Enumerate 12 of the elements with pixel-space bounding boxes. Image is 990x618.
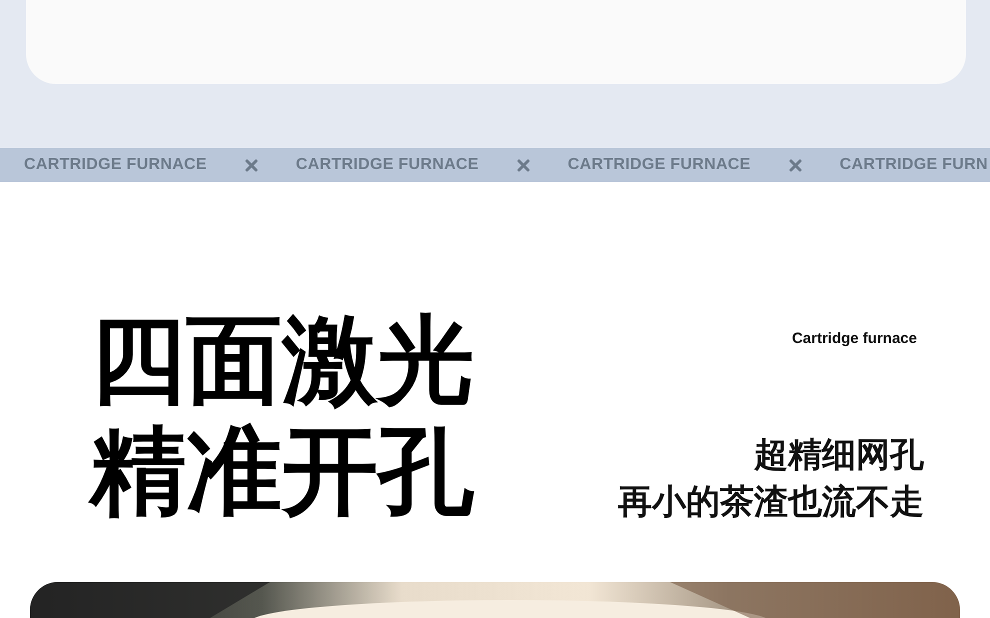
tagline: 超精细网孔 xyxy=(754,436,924,474)
banner-text: CARTRIDGE FURN xyxy=(840,155,988,175)
banner-text: CARTRIDGE FURNACE xyxy=(24,155,207,175)
headline: 四面激光 xyxy=(90,310,474,411)
tagline: 再小的茶渣也流不走 xyxy=(618,484,924,522)
cross-icon xyxy=(244,158,258,172)
cross-icon xyxy=(516,158,530,172)
banner-text: CARTRIDGE FURNACE xyxy=(568,155,751,175)
cross-icon xyxy=(788,158,802,172)
banner-text: CARTRIDGE FURNACE xyxy=(296,155,479,175)
subtitle: Cartridge furnace xyxy=(792,329,917,349)
headline: 精准开孔 xyxy=(90,420,474,522)
